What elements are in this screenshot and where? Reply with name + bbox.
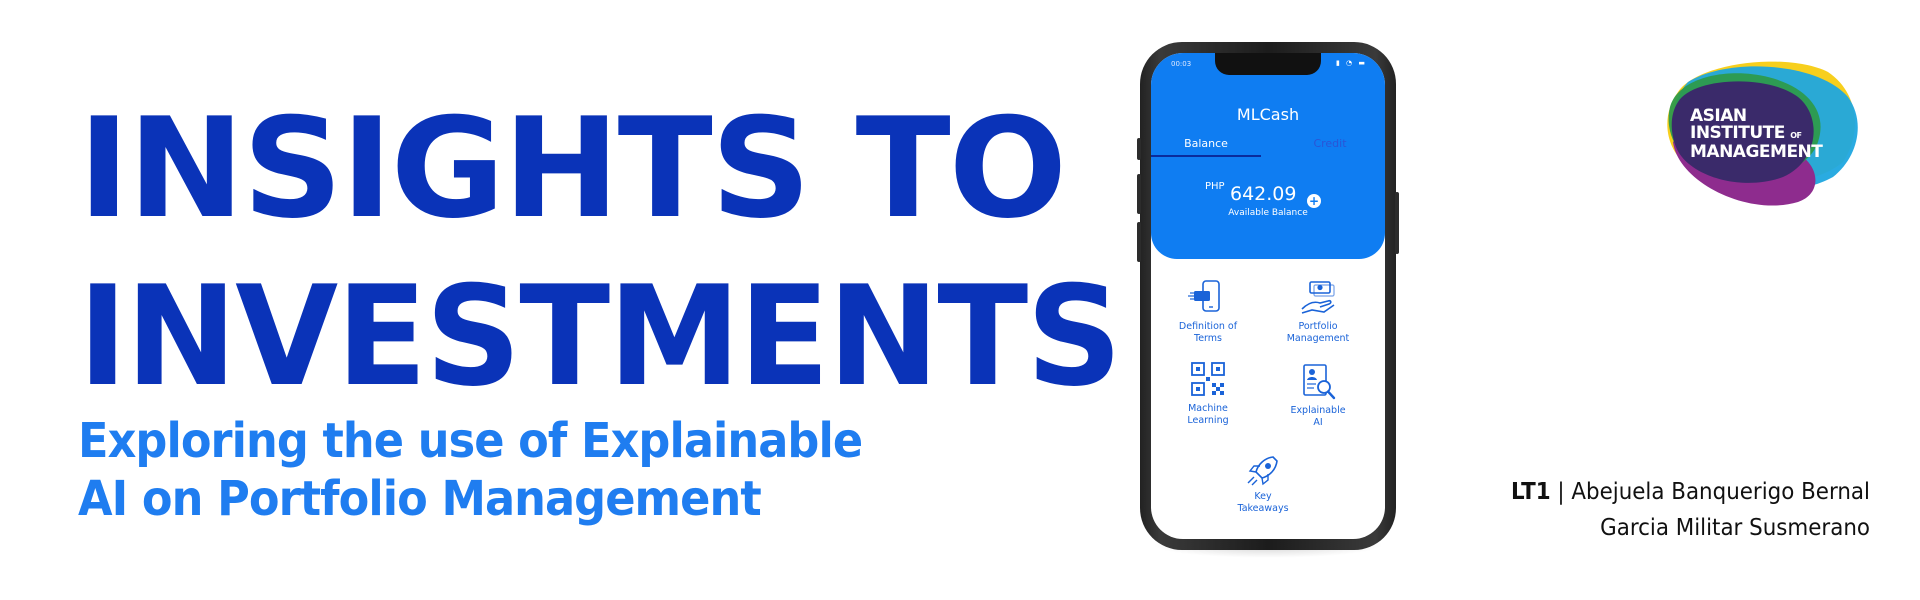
balance-currency: PHP (1205, 181, 1225, 192)
subtitle: Exploring the use of Explainable AI on P… (78, 412, 921, 528)
menu-label-line-2: Terms (1194, 333, 1222, 344)
volume-up-button (1137, 174, 1141, 214)
authors-line-2: Garcia Militar Susmerano (1600, 515, 1870, 541)
balance-header: 00:03 ▮ ◔ ▬ MLCash Balance Credit PHP 64… (1151, 53, 1385, 259)
balance-amount: 642.09 (1230, 183, 1297, 205)
phone-transfer-icon (1188, 280, 1220, 312)
aim-logo: ASIAN INSTITUTE OF MANAGEMENT (1658, 52, 1864, 214)
menu-label-line-2: Management (1286, 333, 1350, 344)
menu-label-line-1: Machine (1188, 403, 1228, 414)
status-signal-wifi-battery-icon: ▮ ◔ ▬ (1335, 59, 1367, 67)
subtitle-line-1: Exploring the use of Explainable (78, 413, 863, 469)
headline-line-2: INVESTMENTS (78, 256, 1122, 417)
logo-line-3: MANAGEMENT (1690, 142, 1823, 162)
authors-separator: | (1550, 479, 1572, 505)
menu-label-line-1: Portfolio (1298, 321, 1338, 332)
balance-caption: Available Balance (1228, 208, 1308, 218)
power-button (1395, 192, 1399, 254)
subtitle-line-2: AI on Portfolio Management (78, 471, 762, 527)
menu-label-line-2: Takeaways (1237, 503, 1289, 514)
app-title: MLCash (1236, 105, 1300, 124)
hand-money-icon (1301, 281, 1335, 314)
active-tab-indicator (1151, 155, 1261, 157)
tab-credit[interactable]: Credit (1275, 137, 1385, 150)
menu-label-line-1: Definition of (1178, 321, 1238, 332)
phone-notch (1215, 53, 1321, 75)
mute-switch (1137, 138, 1141, 160)
authors-block: LT1 | Abejuela Banquerigo Bernal Garcia … (1484, 474, 1870, 546)
menu-definition-of-terms[interactable]: Definition of Terms (1163, 279, 1253, 345)
phone-mockup: 00:03 ▮ ◔ ▬ MLCash Balance Credit PHP 64… (1137, 42, 1399, 558)
menu-label-line-2: Learning (1187, 415, 1229, 426)
menu-explainable-ai[interactable]: Explainable AI (1273, 363, 1363, 429)
menu-key-takeaways[interactable]: Key Takeaways (1218, 453, 1308, 515)
group-code: LT1 (1511, 479, 1551, 505)
menu-label-line-2: AI (1313, 417, 1323, 428)
rocket-icon (1247, 456, 1278, 486)
qr-code-icon (1191, 362, 1225, 396)
menu-label-line-1: Explainable (1290, 405, 1346, 416)
status-time: 00:03 (1171, 60, 1192, 68)
menu-portfolio-management[interactable]: Portfolio Management (1273, 279, 1363, 345)
tab-balance[interactable]: Balance (1151, 137, 1261, 150)
headline-line-1: INSIGHTS TO (78, 88, 1067, 249)
logo-line-2: INSTITUTE (1690, 123, 1785, 143)
menu-machine-learning[interactable]: Machine Learning (1163, 361, 1253, 427)
aim-logo-text: ASIAN INSTITUTE OF MANAGEMENT (1690, 108, 1823, 162)
menu-label-line-1: Key (1254, 491, 1272, 502)
document-search-icon (1303, 364, 1336, 400)
volume-down-button (1137, 222, 1141, 262)
add-funds-plus-icon[interactable]: + (1307, 194, 1321, 208)
phone-screen: 00:03 ▮ ◔ ▬ MLCash Balance Credit PHP 64… (1151, 53, 1385, 539)
authors-names-1: Abejuela Banquerigo Bernal (1571, 479, 1870, 505)
authors-line-1: LT1 | Abejuela Banquerigo Bernal (1511, 474, 1870, 510)
logo-of: OF (1790, 131, 1802, 140)
